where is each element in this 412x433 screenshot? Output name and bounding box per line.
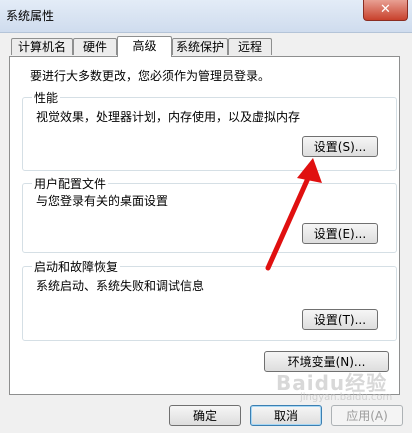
title-bar: 系统属性 ✕ [0,0,412,33]
tab-remote[interactable]: 远程 [228,38,272,55]
tab-hardware[interactable]: 硬件 [73,38,117,55]
tab-advanced[interactable]: 高级 [117,36,172,57]
performance-settings-button[interactable]: 设置(S)... [302,136,378,157]
user-profiles-settings-button[interactable]: 设置(E)... [302,223,378,244]
startup-recovery-title: 启动和故障恢复 [32,258,121,275]
performance-title: 性能 [32,89,61,106]
cancel-button[interactable]: 取消 [250,405,322,426]
close-icon: ✕ [380,2,391,17]
startup-recovery-description: 系统启动、系统失败和调试信息 [36,279,205,293]
user-profiles-title: 用户配置文件 [32,175,109,192]
user-profiles-description: 与您登录有关的桌面设置 [36,194,169,208]
apply-button[interactable]: 应用(A) [331,405,403,426]
performance-description: 视觉效果，处理器计划，内存使用，以及虚拟内存 [36,110,301,124]
ok-button[interactable]: 确定 [169,405,241,426]
tab-system-protection[interactable]: 系统保护 [172,38,228,55]
window-title: 系统属性 [6,9,55,23]
startup-recovery-settings-button[interactable]: 设置(T)... [302,309,378,330]
watermark-url: jingyan.baidu.com [300,392,393,403]
close-button[interactable]: ✕ [363,0,408,21]
tab-computer-name[interactable]: 计算机名 [11,38,73,55]
admin-notice: 要进行大多数更改，您必须作为管理员登录。 [30,69,271,83]
